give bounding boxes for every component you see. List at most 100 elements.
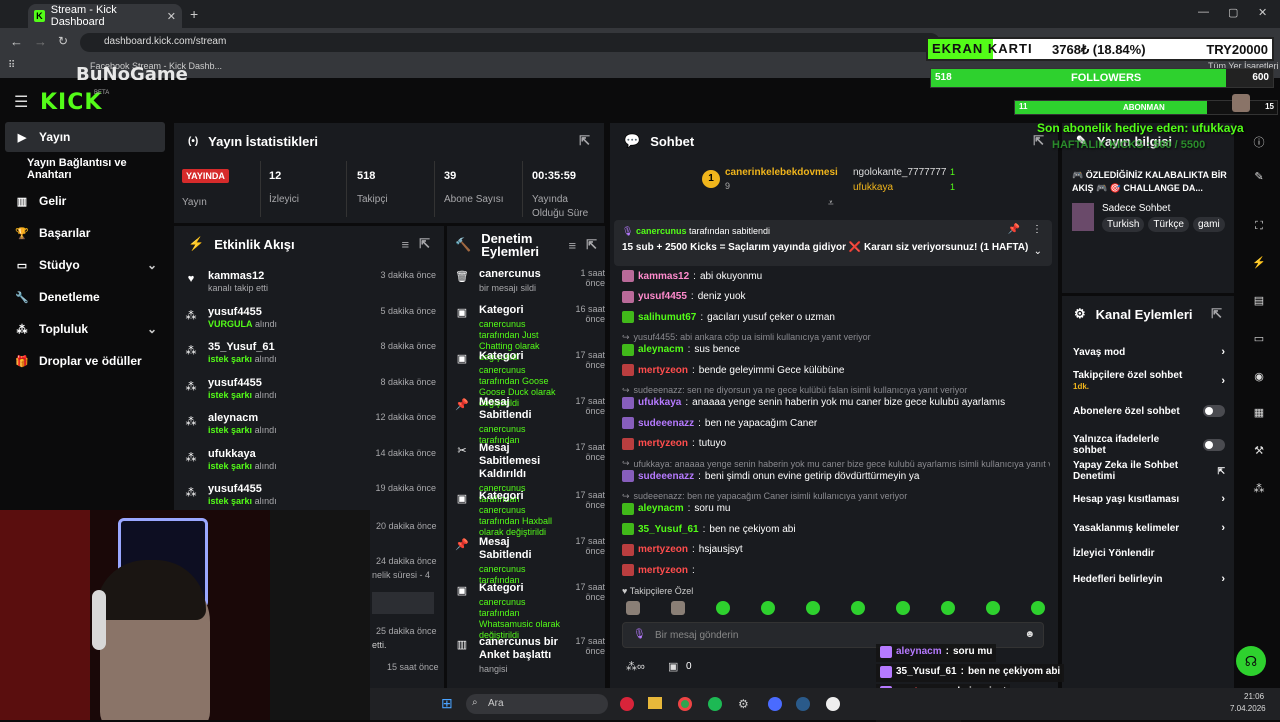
reload-icon[interactable]: ↻ bbox=[58, 34, 68, 48]
filter-icon[interactable]: ≡ bbox=[402, 237, 410, 252]
sidebar-item-3[interactable]: ▥ Gelir bbox=[5, 186, 165, 216]
activity-event[interactable]: ⁂ 35_Yusuf_61 istek şarkı alındı 8 dakika ö… bbox=[184, 339, 437, 375]
popout-icon[interactable]: ⇱ bbox=[579, 133, 590, 149]
emote-icon[interactable] bbox=[851, 601, 865, 615]
obs-icon[interactable] bbox=[826, 697, 840, 711]
toggle-switch[interactable] bbox=[1203, 439, 1225, 451]
chat-message[interactable]: yusuf4455: deniz yuok bbox=[622, 290, 1050, 303]
moderation-action[interactable]: 📌 Mesaj Sabitlendi canercunus tarafından 17… bbox=[455, 536, 605, 586]
clip-rail-icon[interactable]: ⛶ bbox=[1252, 220, 1266, 234]
tag-chip[interactable]: Turkish bbox=[1102, 217, 1145, 232]
chat-username[interactable]: mertyzeon bbox=[638, 438, 688, 449]
sidebar-item-8[interactable]: 🎁 Droplar ve ödüller bbox=[5, 346, 165, 376]
chat-username[interactable]: 35_Yusuf_61 bbox=[638, 524, 699, 535]
moderation-action[interactable]: ▥ canercunus bir Anket başlattı hangisi 17 … bbox=[455, 636, 605, 675]
chat-rail-icon[interactable]: ▭ bbox=[1252, 332, 1266, 346]
chevron-down-icon[interactable]: ⌄ bbox=[147, 258, 157, 272]
info-rail-icon[interactable]: ⓘ bbox=[1252, 134, 1266, 149]
spotify-icon[interactable] bbox=[708, 697, 722, 711]
collapse-icon[interactable]: ⌄ bbox=[1034, 246, 1042, 257]
moderation-action[interactable]: ▣ Kategori canercunus tarafından Whatsamus… bbox=[455, 582, 605, 641]
chat-username[interactable]: yusuf4455 bbox=[638, 291, 687, 302]
sidebar-item-4[interactable]: 🏆 Başarılar bbox=[5, 218, 165, 248]
menu-icon[interactable]: ☰ bbox=[14, 92, 28, 112]
windows-start-icon[interactable]: ⊞ bbox=[441, 695, 453, 712]
chat-message[interactable]: mertyzeon: tutuyo bbox=[622, 437, 1050, 450]
people-rail-icon[interactable]: ⁂ bbox=[1252, 482, 1266, 496]
folder-icon[interactable] bbox=[648, 697, 662, 709]
tag-chip[interactable]: Türkçe bbox=[1148, 217, 1189, 232]
taskbar-search[interactable]: Ara bbox=[466, 694, 608, 714]
tag-chip[interactable]: gami bbox=[1192, 217, 1225, 232]
chat-message[interactable]: aleynacm: sus bence bbox=[622, 343, 1050, 356]
chat-username[interactable]: sudeeenazz bbox=[638, 471, 694, 482]
channel-action-item[interactable]: Yavaş mod › bbox=[1073, 346, 1225, 358]
channel-action-item[interactable]: Yasaklanmış kelimeler › bbox=[1073, 522, 1225, 534]
leader-name[interactable]: ngolokante_7777777 bbox=[853, 167, 946, 178]
broadcast-rail-icon[interactable]: ◉ bbox=[1252, 370, 1266, 384]
emote-icon[interactable] bbox=[716, 601, 730, 615]
activity-event[interactable]: ⁂ yusuf4455 istek şarkı alındı 8 dakika önc… bbox=[184, 375, 437, 411]
sidebar-item-2[interactable]: Yayın Bağlantısı ve Anahtarı bbox=[5, 154, 170, 184]
chat-message[interactable]: mertyzeon: bbox=[622, 564, 1050, 576]
app-icon[interactable] bbox=[620, 697, 634, 711]
chat-username[interactable]: aleynacm bbox=[638, 344, 684, 355]
chat-username[interactable]: ufukkaya bbox=[638, 397, 681, 408]
emote-icon[interactable] bbox=[626, 601, 640, 615]
channel-action-item[interactable]: Yapay Zeka ile Sohbet Denetimi ⇱ bbox=[1073, 460, 1225, 482]
close-tab-icon[interactable]: ✕ bbox=[167, 10, 176, 23]
chat-username[interactable]: mertyzeon bbox=[638, 565, 688, 576]
apps-icon[interactable]: ⠿ bbox=[8, 60, 15, 71]
activity-event[interactable]: ⁂ ufukkaya istek şarkı alındı 14 dakika önc… bbox=[184, 446, 437, 482]
moderation-action[interactable]: ▣ Kategori canercunus tarafından Haxball o… bbox=[455, 490, 605, 538]
sidebar-item-7[interactable]: ⁂ Topluluk ⌄ bbox=[5, 314, 165, 344]
channel-action-item[interactable]: Takipçilere özel sohbet 1dk. › bbox=[1073, 370, 1225, 392]
lightning-rail-icon[interactable]: ⚡ bbox=[1252, 256, 1266, 270]
activity-event[interactable]: ⁂ yusuf4455 VURGULA alındı 5 dakika önce bbox=[184, 304, 437, 340]
channel-action-item[interactable]: Hedefleri belirleyin › bbox=[1073, 573, 1225, 585]
app-icon[interactable]: ⚙ bbox=[738, 697, 749, 711]
steam-icon[interactable] bbox=[796, 697, 810, 711]
moderation-action[interactable]: 📌 Mesaj Sabitlendi canercunus tarafından 17… bbox=[455, 396, 605, 446]
mod-tools-icon[interactable]: ⁂∞ bbox=[626, 660, 645, 673]
popout-icon[interactable]: ⇱ bbox=[1211, 306, 1222, 322]
chat-message[interactable]: sudeeenazz: beni şimdi onun evine getirip… bbox=[622, 470, 1050, 482]
emote-icon[interactable] bbox=[986, 601, 1000, 615]
expand-icon[interactable]: ⩡ bbox=[828, 198, 834, 209]
emoji-icon[interactable]: ☻ bbox=[1024, 629, 1035, 640]
chat-username[interactable]: aleynacm bbox=[638, 503, 684, 514]
forward-icon[interactable]: → bbox=[34, 34, 47, 49]
moderation-action[interactable]: 🗑 canercunus bir mesajı sildi 1 saat önce bbox=[455, 268, 605, 294]
chrome-icon[interactable] bbox=[678, 697, 692, 711]
chat-message[interactable]: mertyzeon: bende geleyimmi Gece külübüne bbox=[622, 364, 1050, 376]
popout-icon[interactable]: ⇱ bbox=[419, 236, 430, 252]
chat-message[interactable]: salihumut67: gacıları yusuf çeker o uzman bbox=[622, 311, 1050, 323]
sidebar-item-6[interactable]: 🔧 Denetleme bbox=[5, 282, 165, 312]
channel-action-item[interactable]: Yalnızca ifadelerle sohbet bbox=[1073, 434, 1225, 456]
minimize-icon[interactable]: — bbox=[1198, 6, 1209, 18]
new-tab-icon[interactable]: + bbox=[190, 6, 198, 22]
moderation-rail-icon[interactable]: ▦ bbox=[1252, 406, 1266, 420]
more-icon[interactable]: ⋮ bbox=[1032, 224, 1042, 235]
chat-username[interactable]: mertyzeon bbox=[638, 365, 688, 376]
chat-message[interactable]: kammas12: abi okuyonmu bbox=[622, 270, 1050, 282]
popout-icon[interactable]: ⇱ bbox=[1033, 133, 1044, 149]
pin-icon[interactable]: 📌 bbox=[1008, 224, 1020, 235]
chat-message[interactable]: sudeeenazz: ben ne yapacağım Caner bbox=[622, 417, 1050, 429]
chat-username[interactable]: salihumut67 bbox=[638, 312, 696, 323]
notes-rail-icon[interactable]: ▤ bbox=[1252, 294, 1266, 308]
activity-event[interactable]: ⁂ aleynacm istek şarkı alındı 12 dakika önc… bbox=[184, 410, 437, 446]
channel-action-item[interactable]: Hesap yaşı kısıtlaması › bbox=[1073, 493, 1225, 505]
help-icon[interactable]: ☊ bbox=[1236, 646, 1266, 676]
close-window-icon[interactable]: ✕ bbox=[1258, 6, 1267, 19]
edit-rail-icon[interactable]: ✎ bbox=[1252, 170, 1266, 184]
activity-event[interactable]: ♥ kammas12 kanalı takip etti 3 dakika önce bbox=[184, 268, 436, 304]
chat-username[interactable]: kammas12 bbox=[638, 271, 689, 282]
leader-name[interactable]: canerinkelebekdovmesi bbox=[725, 167, 838, 178]
chat-username[interactable]: mertyzeon bbox=[638, 544, 688, 555]
emote-icon[interactable] bbox=[896, 601, 910, 615]
channel-action-item[interactable]: Abonelere özel sohbet bbox=[1073, 405, 1225, 417]
url-field[interactable]: dashboard.kick.com/stream bbox=[80, 33, 940, 52]
app-icon[interactable] bbox=[768, 697, 782, 711]
sidebar-item-1[interactable]: ▶ Yayın bbox=[5, 122, 165, 152]
